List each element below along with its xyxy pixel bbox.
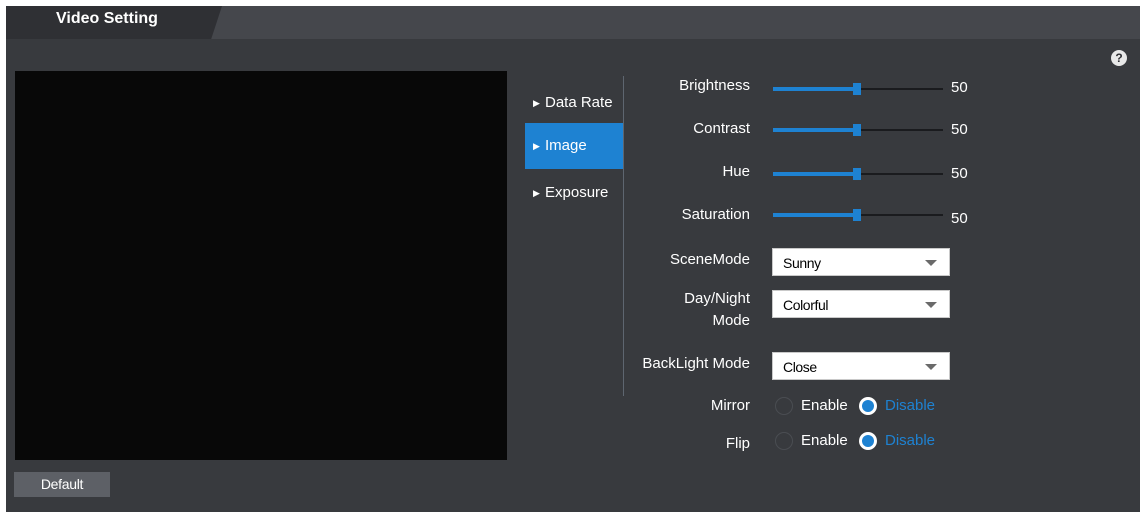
saturation-slider[interactable] (773, 209, 943, 221)
backlight-mode-select[interactable]: Close (772, 352, 950, 380)
contrast-label: Contrast (693, 120, 750, 137)
mirror-disable-text: Disable (885, 397, 936, 414)
brightness-slider[interactable] (773, 83, 943, 95)
mirror-disable-radio[interactable] (859, 397, 877, 415)
scene-mode-select[interactable]: Sunny (772, 248, 950, 276)
hue-value: 50 (951, 165, 968, 182)
menu-item-image[interactable]: ▶ Image (525, 123, 623, 169)
menu-item-label: Exposure (545, 184, 609, 201)
contrast-value: 50 (951, 121, 968, 138)
video-preview (15, 71, 507, 460)
mirror-enable-text: Enable (801, 397, 848, 414)
video-setting-panel: Video Setting ? Default ▶ Data Rate ▶ Im… (6, 6, 1140, 512)
flip-enable-text: Enable (801, 432, 848, 449)
flip-label: Flip (725, 435, 750, 452)
flip-disable-text: Disable (885, 432, 936, 449)
brightness-label: Brightness (679, 77, 750, 94)
day-night-label-line1: Day/Night (684, 290, 750, 307)
hue-label: Hue (722, 163, 750, 180)
backlight-mode-label: BackLight Mode (642, 355, 750, 372)
caret-down-icon (925, 364, 937, 370)
tab-title: Video Setting (56, 10, 158, 27)
slider-thumb[interactable] (853, 168, 861, 180)
day-night-label-line2: Mode (712, 312, 750, 329)
menu-item-label: Image (545, 137, 587, 154)
caret-down-icon (925, 302, 937, 308)
side-menu: ▶ Data Rate ▶ Image ▶ Exposure (525, 76, 625, 396)
flip-disable-radio[interactable] (859, 432, 877, 450)
scene-mode-value: Sunny (783, 255, 821, 271)
slider-thumb[interactable] (853, 83, 861, 95)
day-night-mode-value: Colorful (783, 297, 829, 313)
mirror-enable-radio[interactable] (775, 397, 793, 415)
slider-thumb[interactable] (853, 124, 861, 136)
backlight-mode-value: Close (783, 359, 817, 375)
brightness-value: 50 (951, 79, 968, 96)
mirror-label: Mirror (710, 397, 750, 414)
arrow-right-icon: ▶ (533, 98, 540, 108)
menu-divider (623, 76, 624, 396)
flip-enable-radio[interactable] (775, 432, 793, 450)
menu-item-exposure[interactable]: ▶ Exposure (525, 170, 623, 216)
caret-down-icon (925, 260, 937, 266)
saturation-label: Saturation (681, 206, 750, 223)
hue-slider[interactable] (773, 168, 943, 180)
contrast-slider[interactable] (773, 124, 943, 136)
saturation-value: 50 (951, 210, 968, 227)
day-night-mode-select[interactable]: Colorful (772, 290, 950, 318)
help-icon[interactable]: ? (1111, 50, 1127, 66)
menu-item-label: Data Rate (545, 94, 613, 111)
scene-mode-label: SceneMode (669, 251, 750, 268)
arrow-right-icon: ▶ (533, 188, 540, 198)
slider-thumb[interactable] (853, 209, 861, 221)
arrow-right-icon: ▶ (533, 141, 540, 151)
default-button[interactable]: Default (14, 472, 110, 497)
tab-video-setting[interactable]: Video Setting (6, 6, 222, 39)
menu-item-data-rate[interactable]: ▶ Data Rate (525, 80, 623, 126)
